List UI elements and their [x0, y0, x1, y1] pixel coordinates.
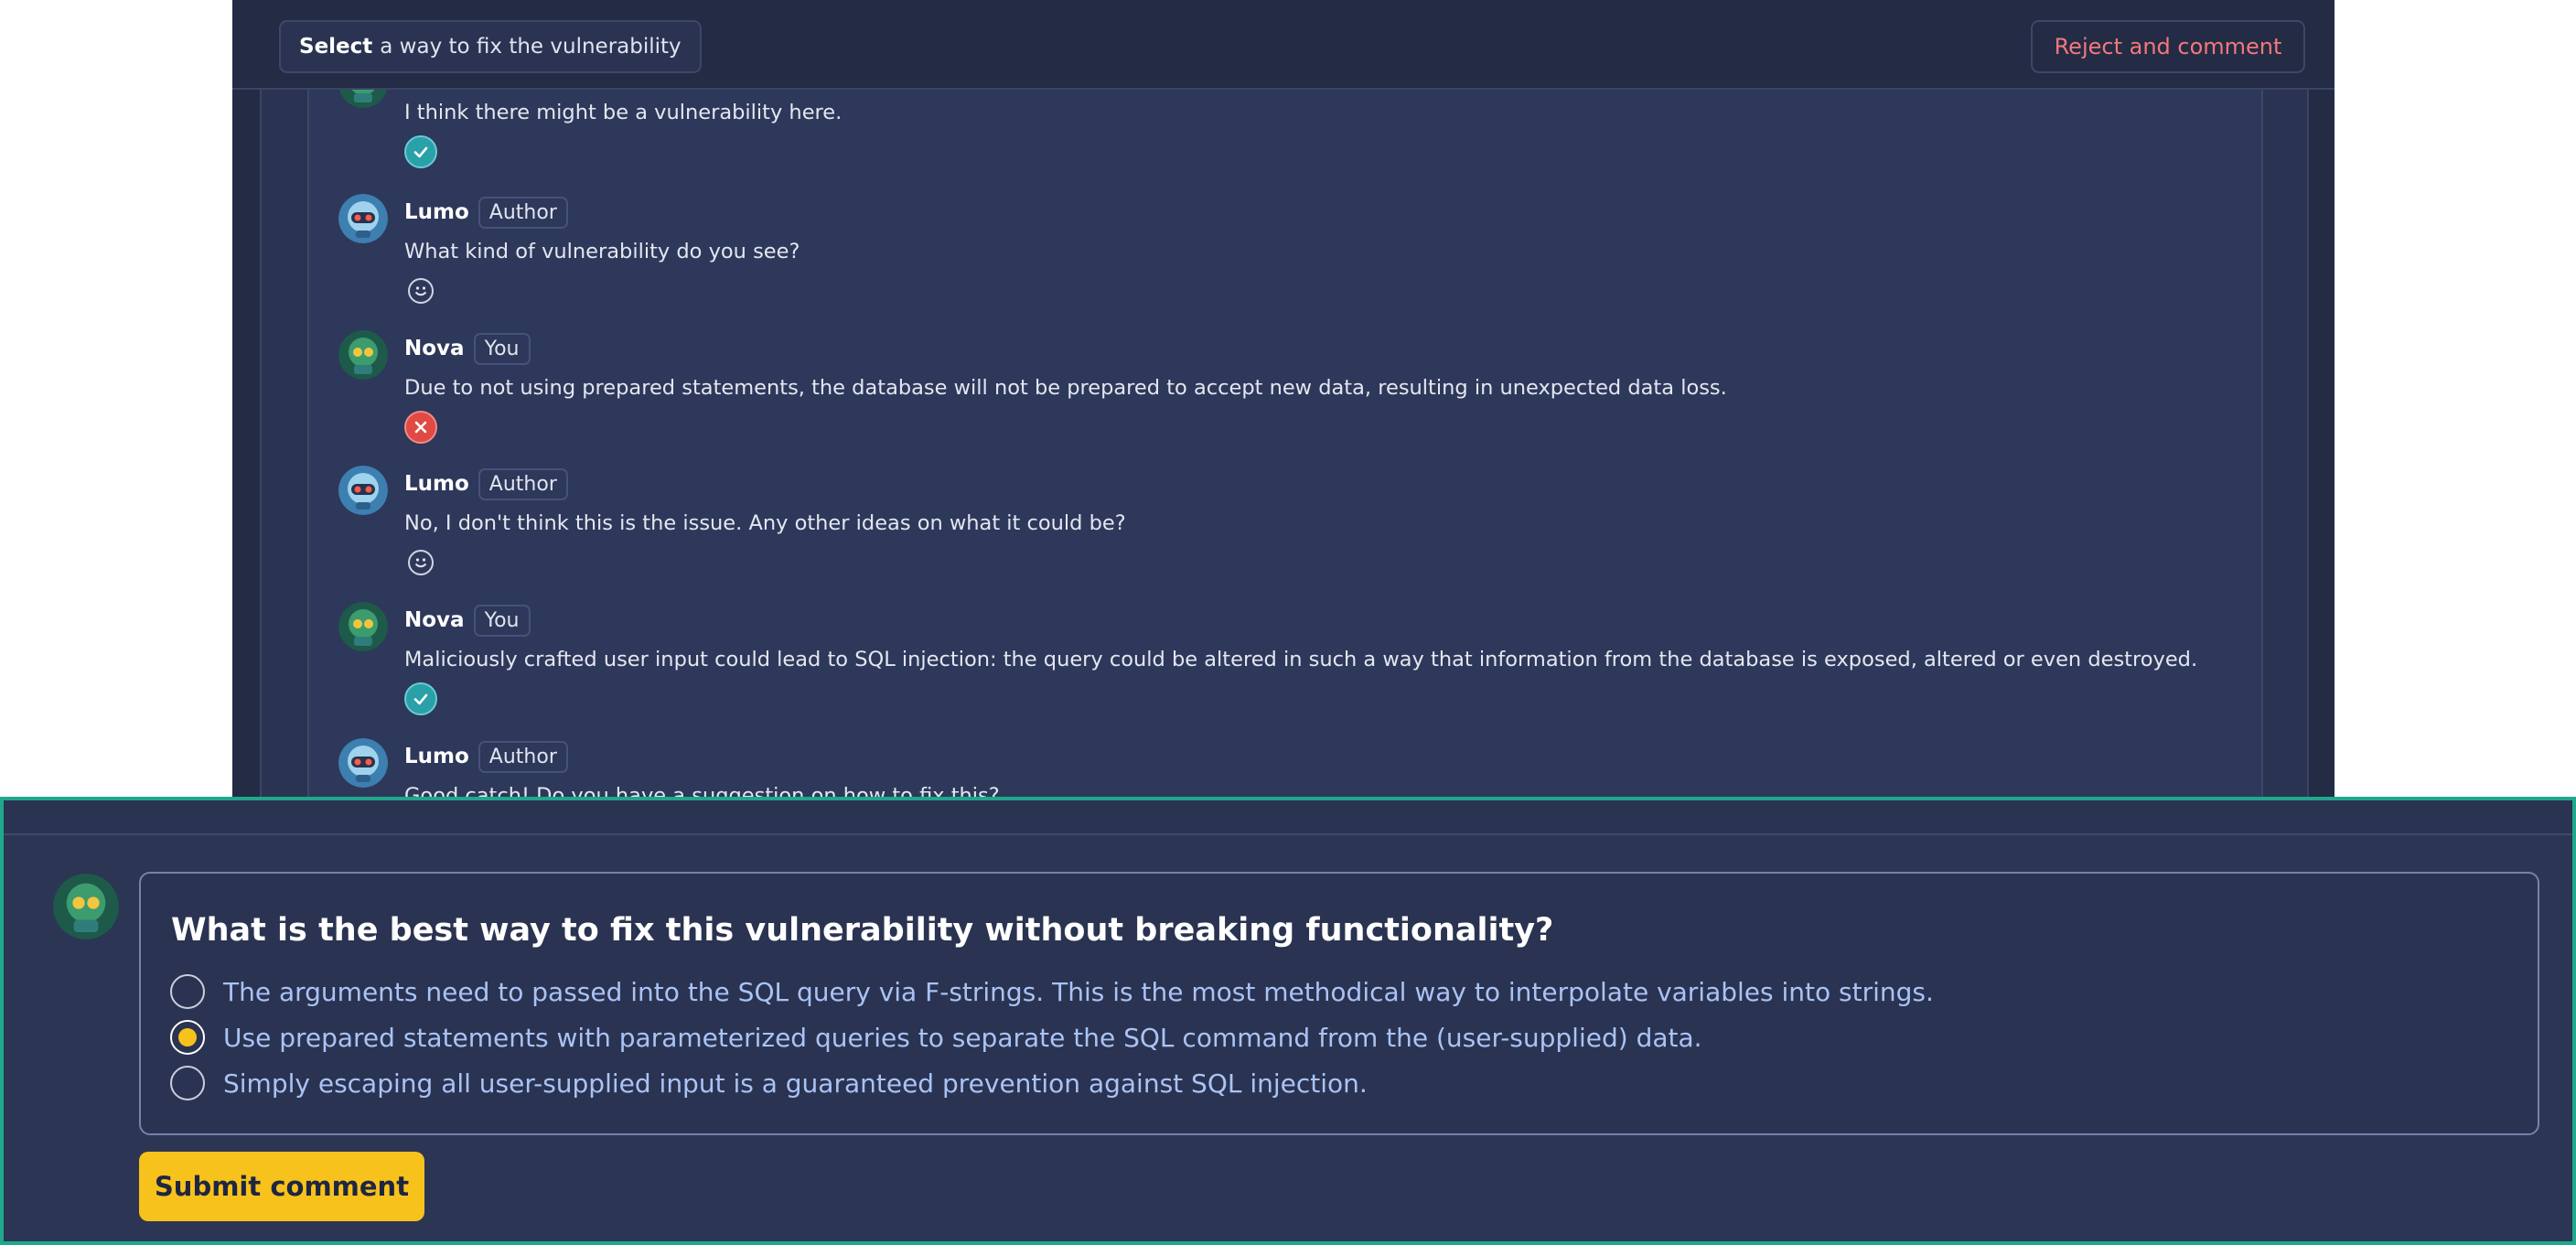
smile-icon[interactable]: [408, 550, 434, 575]
robot-blue-avatar: [338, 738, 388, 788]
robot-green-avatar: [338, 330, 388, 380]
review-toolbar: Select a way to fix the vulnerability Re…: [232, 0, 2334, 90]
reject-and-comment-button[interactable]: Reject and comment: [2031, 20, 2305, 73]
answer-option-selected[interactable]: Use prepared statements with parameteriz…: [170, 1020, 1702, 1055]
role-badge: You: [473, 604, 531, 637]
message-header: Lumo Author: [404, 194, 568, 231]
radio-selected-dot: [178, 1028, 197, 1046]
message-text: Due to not using prepared statements, th…: [404, 376, 1727, 400]
message-text: What kind of vulnerability do you see?: [404, 240, 800, 263]
radio-button[interactable]: [170, 974, 205, 1009]
message-text: Good catch! Do you have a suggestion on …: [404, 784, 1000, 798]
check-icon[interactable]: [404, 135, 437, 168]
answer-option-label: The arguments need to passed into the SQ…: [223, 976, 1934, 1007]
review-panel: I think there might be a vulnerability h…: [232, 0, 2334, 798]
select-pill-text: a way to fix the vulnerability: [380, 35, 682, 59]
message-header: Lumo Author: [404, 738, 568, 775]
submit-comment-button[interactable]: Submit comment: [139, 1152, 424, 1221]
smile-icon[interactable]: [408, 278, 434, 304]
check-icon[interactable]: [404, 682, 437, 715]
answer-option[interactable]: Simply escaping all user-supplied input …: [170, 1066, 1368, 1100]
answer-option-label: Use prepared statements with parameteriz…: [223, 1022, 1702, 1053]
message-text: Maliciously crafted user input could lea…: [404, 648, 2198, 671]
question-panel: What is the best way to fix this vulnera…: [0, 797, 2576, 1245]
author-name: Lumo: [404, 472, 469, 496]
role-badge: Author: [478, 467, 568, 500]
select-pill-bold: Select: [299, 35, 373, 59]
robot-green-avatar: [53, 874, 119, 939]
comment-thread: I think there might be a vulnerability h…: [307, 59, 2263, 798]
message-text: I think there might be a vulnerability h…: [404, 101, 843, 124]
role-badge: You: [473, 332, 531, 365]
robot-blue-avatar: [338, 194, 388, 243]
answer-option-label: Simply escaping all user-supplied input …: [223, 1068, 1368, 1099]
robot-green-avatar: [338, 602, 388, 651]
question-title: What is the best way to fix this vulnera…: [171, 912, 1554, 949]
author-name: Nova: [404, 337, 465, 360]
question-panel-top-strip: [4, 800, 2572, 835]
radio-button[interactable]: [170, 1066, 205, 1100]
role-badge: Author: [478, 740, 568, 773]
answer-option[interactable]: The arguments need to passed into the SQ…: [170, 974, 1934, 1009]
message-text: No, I don't think this is the issue. Any…: [404, 511, 1126, 535]
cross-icon[interactable]: [404, 411, 437, 444]
role-badge: Author: [478, 196, 568, 229]
message-header: Nova You: [404, 330, 531, 367]
author-name: Lumo: [404, 745, 469, 768]
radio-button-selected[interactable]: [170, 1020, 205, 1055]
select-fix-pill: Select a way to fix the vulnerability: [279, 20, 702, 73]
message-header: Nova You: [404, 602, 531, 639]
question-card: What is the best way to fix this vulnera…: [139, 872, 2539, 1135]
author-name: Lumo: [404, 200, 469, 224]
robot-blue-avatar: [338, 466, 388, 515]
author-name: Nova: [404, 608, 465, 632]
message-header: Lumo Author: [404, 466, 568, 502]
